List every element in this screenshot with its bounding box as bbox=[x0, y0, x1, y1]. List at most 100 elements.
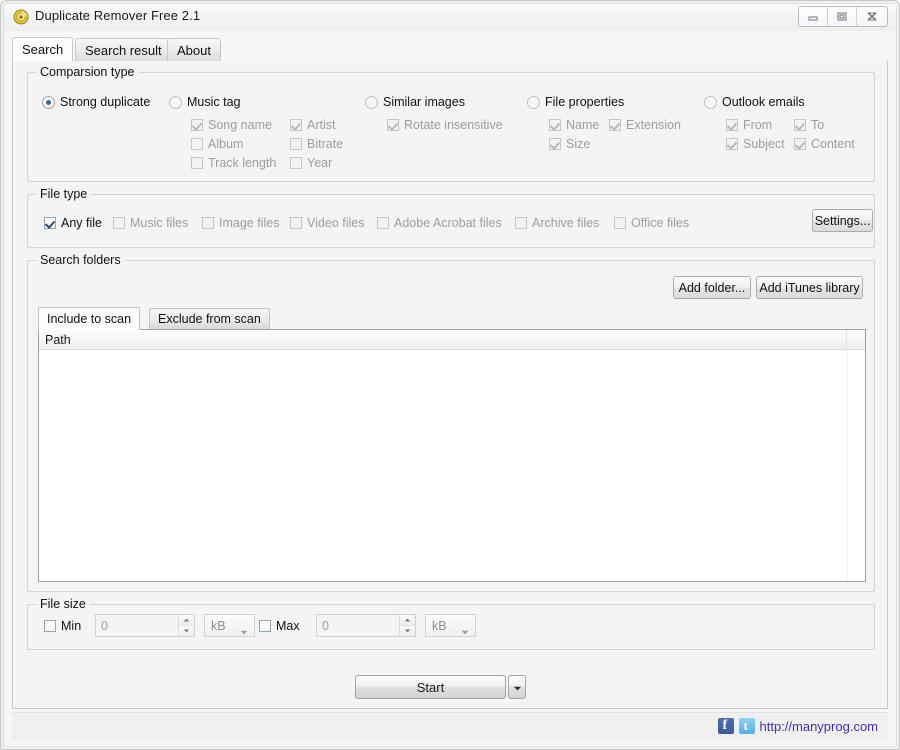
tab-include-to-scan-label: Include to scan bbox=[47, 311, 132, 326]
checkbox-name[interactable]: Name bbox=[549, 118, 599, 132]
tab-search[interactable]: Search bbox=[12, 37, 74, 62]
checkbox-from[interactable]: From bbox=[726, 118, 772, 132]
file-size-group: File size Min 0 kB Max 0 kB bbox=[27, 597, 875, 650]
checkbox-content[interactable]: Content bbox=[794, 137, 855, 151]
tab-search-result[interactable]: Search result bbox=[75, 38, 172, 62]
checkbox-to[interactable]: To bbox=[794, 118, 824, 132]
checkbox-subject-label: Subject bbox=[743, 137, 785, 151]
checkbox-rotate-insensitive[interactable]: Rotate insensitive bbox=[387, 118, 503, 132]
checkbox-image-files[interactable]: Image files bbox=[202, 216, 279, 230]
checkbox-min-size-label: Min bbox=[61, 619, 82, 633]
checkbox-content-label: Content bbox=[811, 137, 855, 151]
checkbox-archive-files-label: Archive files bbox=[532, 216, 600, 230]
column-header-path[interactable]: Path bbox=[39, 330, 847, 349]
spinner-up-icon[interactable] bbox=[179, 615, 194, 626]
start-button[interactable]: Start bbox=[355, 675, 506, 699]
radio-strong-duplicate[interactable]: Strong duplicate bbox=[42, 95, 150, 109]
website-link[interactable]: http://manyprog.com bbox=[760, 719, 879, 734]
radio-strong-duplicate-label: Strong duplicate bbox=[60, 95, 151, 109]
radio-similar-images[interactable]: Similar images bbox=[365, 95, 465, 109]
social-links: http://manyprog.com bbox=[717, 718, 879, 734]
checkbox-archive-files[interactable]: Archive files bbox=[515, 216, 599, 230]
maximize-button[interactable] bbox=[828, 7, 857, 26]
maximize-icon bbox=[836, 11, 848, 22]
tab-exclude-from-scan[interactable]: Exclude from scan bbox=[149, 308, 270, 330]
close-icon bbox=[865, 11, 879, 22]
checkbox-year[interactable]: Year bbox=[290, 156, 332, 170]
column-divider[interactable] bbox=[847, 349, 848, 581]
checkbox-size[interactable]: Size bbox=[549, 137, 590, 151]
app-disc-icon bbox=[13, 9, 29, 25]
checkbox-icon bbox=[202, 217, 214, 229]
settings-button[interactable]: Settings... bbox=[812, 209, 873, 232]
min-size-input[interactable]: 0 bbox=[95, 614, 195, 637]
radio-outlook-emails[interactable]: Outlook emails bbox=[704, 95, 805, 109]
checkbox-track-length[interactable]: Track length bbox=[191, 156, 276, 170]
checkbox-music-files[interactable]: Music files bbox=[113, 216, 188, 230]
checkbox-icon bbox=[191, 157, 203, 169]
checkbox-extension[interactable]: Extension bbox=[609, 118, 681, 132]
max-size-spinner[interactable] bbox=[399, 615, 415, 636]
min-size-unit-select[interactable]: kB bbox=[204, 614, 255, 637]
checkbox-album-label: Album bbox=[208, 137, 244, 151]
checkbox-any-file[interactable]: Any file bbox=[44, 216, 102, 230]
title-bar: Duplicate Remover Free 2.1 bbox=[4, 4, 896, 31]
spinner-up-icon[interactable] bbox=[400, 615, 415, 626]
search-folders-group: Search folders Add folder... Add iTunes … bbox=[27, 253, 875, 592]
facebook-icon[interactable] bbox=[717, 718, 734, 734]
checkbox-office-files[interactable]: Office files bbox=[614, 216, 689, 230]
file-type-group: File type Any file Music files Image fil… bbox=[27, 187, 875, 248]
checkbox-icon bbox=[290, 119, 302, 131]
window-title: Duplicate Remover Free 2.1 bbox=[35, 8, 201, 23]
checkbox-subject[interactable]: Subject bbox=[726, 137, 785, 151]
radio-dot-icon bbox=[365, 95, 378, 109]
checkbox-min-size[interactable]: Min bbox=[44, 619, 81, 633]
checkbox-icon bbox=[515, 217, 527, 229]
checkbox-icon bbox=[726, 138, 738, 150]
tab-include-to-scan[interactable]: Include to scan bbox=[38, 307, 141, 330]
checkbox-song-name[interactable]: Song name bbox=[191, 118, 272, 132]
min-size-spinner[interactable] bbox=[178, 615, 194, 636]
checkbox-album[interactable]: Album bbox=[191, 137, 243, 151]
checkbox-video-files[interactable]: Video files bbox=[290, 216, 364, 230]
minimize-button[interactable] bbox=[799, 7, 828, 26]
min-size-value: 0 bbox=[101, 618, 108, 633]
max-size-unit-select[interactable]: kB bbox=[425, 614, 476, 637]
spinner-down-icon[interactable] bbox=[179, 626, 194, 636]
add-itunes-library-button[interactable]: Add iTunes library bbox=[756, 276, 863, 299]
checkbox-icon bbox=[377, 217, 389, 229]
application-window: Duplicate Remover Free 2.1 Search Search… bbox=[0, 0, 900, 750]
checkbox-any-file-label: Any file bbox=[61, 216, 102, 230]
close-button[interactable] bbox=[857, 7, 887, 26]
tab-about[interactable]: About bbox=[167, 38, 221, 62]
checkbox-bitrate[interactable]: Bitrate bbox=[290, 137, 343, 151]
max-size-input[interactable]: 0 bbox=[316, 614, 416, 637]
checkbox-year-label: Year bbox=[307, 156, 333, 170]
add-folder-button[interactable]: Add folder... bbox=[673, 276, 751, 299]
checkbox-icon bbox=[290, 217, 302, 229]
radio-music-tag-label: Music tag bbox=[187, 95, 241, 109]
comparison-type-group: Comparsion type Strong duplicate Music t… bbox=[27, 65, 875, 182]
checkbox-icon bbox=[387, 119, 399, 131]
checkbox-track-length-label: Track length bbox=[208, 156, 277, 170]
checkbox-artist[interactable]: Artist bbox=[290, 118, 335, 132]
search-tab-panel: Comparsion type Strong duplicate Music t… bbox=[12, 61, 888, 709]
max-size-unit-value: kB bbox=[432, 618, 447, 633]
folders-list-view[interactable]: Path bbox=[38, 329, 866, 582]
checkbox-max-size[interactable]: Max bbox=[259, 619, 300, 633]
spinner-down-icon[interactable] bbox=[400, 626, 415, 636]
radio-dot-icon bbox=[527, 95, 540, 109]
checkbox-icon bbox=[259, 620, 271, 632]
chevron-down-icon bbox=[240, 624, 248, 638]
checkbox-adobe-acrobat-files[interactable]: Adobe Acrobat files bbox=[377, 216, 502, 230]
checkbox-from-label: From bbox=[743, 118, 773, 132]
checkbox-adobe-acrobat-files-label: Adobe Acrobat files bbox=[394, 216, 502, 230]
start-dropdown-button[interactable] bbox=[508, 675, 526, 699]
radio-outlook-emails-label: Outlook emails bbox=[722, 95, 805, 109]
checkbox-to-label: To bbox=[811, 118, 825, 132]
chevron-down-icon bbox=[513, 678, 522, 696]
twitter-icon[interactable] bbox=[738, 718, 755, 734]
checkbox-icon bbox=[614, 217, 626, 229]
radio-music-tag[interactable]: Music tag bbox=[169, 95, 241, 109]
radio-file-properties[interactable]: File properties bbox=[527, 95, 624, 109]
